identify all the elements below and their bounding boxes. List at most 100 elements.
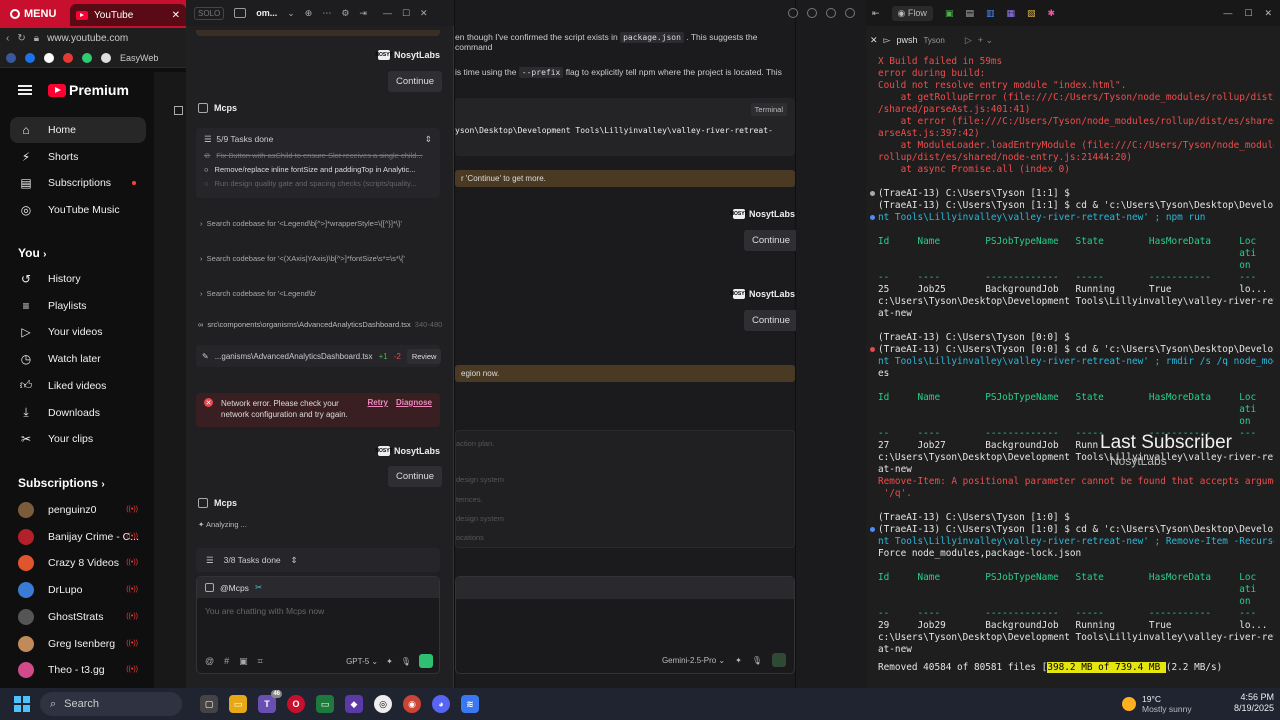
subscription-item[interactable]: penguinz0 ((•)) xyxy=(10,497,146,523)
panel-icon[interactable]: ▣ xyxy=(945,8,954,19)
nav-item-history[interactable]: ↺ History xyxy=(10,266,146,292)
search-step[interactable]: › Search codebase for '<Legend\b[^>]*wra… xyxy=(200,219,440,228)
context-icon[interactable]: ⌗ xyxy=(258,656,263,667)
continue-button-4[interactable]: Continue xyxy=(744,310,799,331)
nav-item-home[interactable]: ⌂ Home xyxy=(10,117,146,143)
model-selector[interactable]: GPT-5 ⌄ xyxy=(346,657,378,666)
maximize-icon[interactable]: ☐ xyxy=(402,8,410,19)
discord-icon[interactable]: ◕ xyxy=(432,695,450,713)
browser-tab-youtube[interactable]: YouTube ✕ xyxy=(70,4,186,26)
taskbar-search[interactable]: ⌕ Search xyxy=(40,692,182,716)
expand-icon[interactable]: ⇕ xyxy=(425,134,432,145)
back-icon[interactable]: ‹ xyxy=(6,33,9,44)
system-clock[interactable]: 4:56 PM 8/19/2025 xyxy=(1222,692,1274,716)
subscription-item[interactable]: Crazy 8 Videos ((•)) xyxy=(10,550,146,576)
facebook-bookmark-icon[interactable] xyxy=(6,52,16,63)
weather-widget[interactable]: 19°C Mostly sunny xyxy=(1122,692,1212,716)
chat-tab-title[interactable]: om... xyxy=(256,8,277,18)
reload-icon[interactable]: ↻ xyxy=(17,33,25,44)
diagnose-link[interactable]: Diagnose xyxy=(396,398,432,422)
search-step[interactable]: › Search codebase for '<(XAxis|YAxis)\b[… xyxy=(200,254,440,263)
mic-icon[interactable]: 🎙︎ xyxy=(401,657,411,666)
task-view-icon[interactable]: ▢ xyxy=(200,695,218,713)
sparkle-icon[interactable]: ✦ xyxy=(735,656,742,665)
x-bookmark-icon[interactable] xyxy=(44,52,54,63)
minimize-icon[interactable]: — xyxy=(383,8,392,18)
continue-button[interactable]: Continue xyxy=(388,71,443,92)
chevron-down-icon[interactable]: ⌄ xyxy=(287,8,295,19)
figma-icon[interactable]: ✱ xyxy=(1048,8,1056,19)
more-icon[interactable]: ⋯ xyxy=(322,8,331,19)
close-tab-icon[interactable]: ✕ xyxy=(172,10,180,21)
retry-link[interactable]: Retry xyxy=(368,398,388,422)
panel-icon-5[interactable]: ▧ xyxy=(1027,8,1036,19)
continue-button-2[interactable]: Continue xyxy=(388,466,443,487)
nav-item-youtube-music[interactable]: ◎ YouTube Music xyxy=(10,197,146,223)
add-terminal-icon[interactable]: + ⌄ xyxy=(978,35,993,46)
settings-icon[interactable] xyxy=(845,8,855,18)
file-explorer-icon[interactable]: ▭ xyxy=(229,695,247,713)
run-icon[interactable]: ▷ xyxy=(965,35,972,46)
second-chat-input[interactable]: Gemini-2.5-Pro ⌄ ✦ 🎙︎ xyxy=(455,576,795,674)
close-window-icon[interactable]: ✕ xyxy=(1264,8,1272,19)
nav-item-playlists[interactable]: ≡ Playlists xyxy=(10,293,146,319)
nav-item-subscriptions[interactable]: ▤ Subscriptions xyxy=(10,170,146,196)
subscriptions-section-header[interactable]: Subscriptions › xyxy=(18,476,105,490)
youtube-premium-logo[interactable]: Premium xyxy=(48,82,129,98)
subscription-item[interactable]: DrLupo ((•)) xyxy=(10,577,146,603)
opera-icon[interactable]: O xyxy=(287,695,305,713)
windows-start-icon[interactable] xyxy=(14,696,30,712)
settings-icon[interactable]: ⚙ xyxy=(341,8,349,19)
shell-name[interactable]: pwsh xyxy=(896,35,917,45)
terminal-output[interactable]: X Build failed in 59ms error during build… xyxy=(878,56,1274,676)
nav-item-your-clips[interactable]: ✂ Your clips xyxy=(10,426,146,452)
collapse-icon[interactable]: ⇥ xyxy=(359,8,367,19)
panel-icon-4[interactable]: ▦ xyxy=(1006,8,1015,19)
url-field[interactable]: www.youtube.com xyxy=(47,33,128,44)
teams-icon[interactable]: T 46 xyxy=(258,690,282,713)
flow-button[interactable]: ◉ Flow xyxy=(891,5,933,21)
bookmark-icon[interactable] xyxy=(25,52,35,63)
subscription-item[interactable]: GhostStrats ((•)) xyxy=(10,604,146,630)
model-selector-2[interactable]: Gemini-2.5-Pro ⌄ xyxy=(662,656,725,665)
subscription-item[interactable]: Greg Isenberg ((•)) xyxy=(10,631,146,657)
terminal-app-icon[interactable]: ▭ xyxy=(316,695,334,713)
close-icon[interactable]: ✕ xyxy=(870,35,878,46)
nav-item-your-videos[interactable]: ▷ Your videos xyxy=(10,319,146,345)
sparkle-icon[interactable]: ✦ xyxy=(386,657,393,666)
expand-icon[interactable]: ⇕ xyxy=(291,555,298,566)
panel-icon-2[interactable]: ▤ xyxy=(965,8,974,19)
back-icon[interactable]: ⇤ xyxy=(872,8,880,19)
chat-input[interactable]: You are chatting with Mcps now xyxy=(197,598,439,624)
app-icon[interactable]: ◆ xyxy=(345,695,363,713)
search-step[interactable]: › Search codebase for '<Legend\b' xyxy=(200,289,440,298)
subscription-item[interactable]: Banijay Crime - C... ((•)) xyxy=(10,524,146,550)
easyweb-bookmark[interactable]: EasyWeb xyxy=(120,53,158,63)
nav-item-shorts[interactable]: ⚡ Shorts xyxy=(10,144,146,170)
chrome-icon[interactable]: ◉ xyxy=(403,695,421,713)
history-icon[interactable] xyxy=(807,8,817,18)
nav-item-liked-videos[interactable]: 👍︎ Liked videos xyxy=(10,373,146,399)
add-icon[interactable]: ⊕ xyxy=(305,8,313,19)
hash-icon[interactable]: # xyxy=(224,656,229,667)
hamburger-menu-icon[interactable] xyxy=(18,85,32,95)
mention-chip[interactable]: @Mcps ✂ xyxy=(197,577,439,598)
reddit-bookmark-icon[interactable] xyxy=(63,52,73,63)
chat-bubble-icon[interactable] xyxy=(788,8,798,18)
nav-item-downloads[interactable]: ⤓ Downloads xyxy=(10,400,146,426)
mention-icon[interactable]: @ xyxy=(205,656,214,667)
play-bookmark-icon[interactable] xyxy=(82,52,92,63)
review-button[interactable]: Review xyxy=(406,348,442,364)
send-icon[interactable] xyxy=(772,653,786,667)
github-icon[interactable]: ◎ xyxy=(374,695,392,713)
send-icon[interactable] xyxy=(419,654,433,668)
subscription-item[interactable]: Theo - t3.gg ((•)) xyxy=(10,657,146,683)
tasks-header[interactable]: ☰ 5/9 Tasks done ⇕ xyxy=(196,128,440,151)
close-window-icon[interactable]: ✕ xyxy=(420,8,428,19)
panel-toggle-icon[interactable] xyxy=(174,106,183,118)
solo-badge[interactable]: SOLO xyxy=(194,6,225,20)
you-section-header[interactable]: You › xyxy=(18,246,46,260)
browser-menu-button[interactable]: MENU xyxy=(4,5,62,23)
file-read-row[interactable]: ∞ src\components\organisms\AdvancedAnaly… xyxy=(198,320,442,329)
minimize-icon[interactable]: — xyxy=(1223,8,1232,18)
